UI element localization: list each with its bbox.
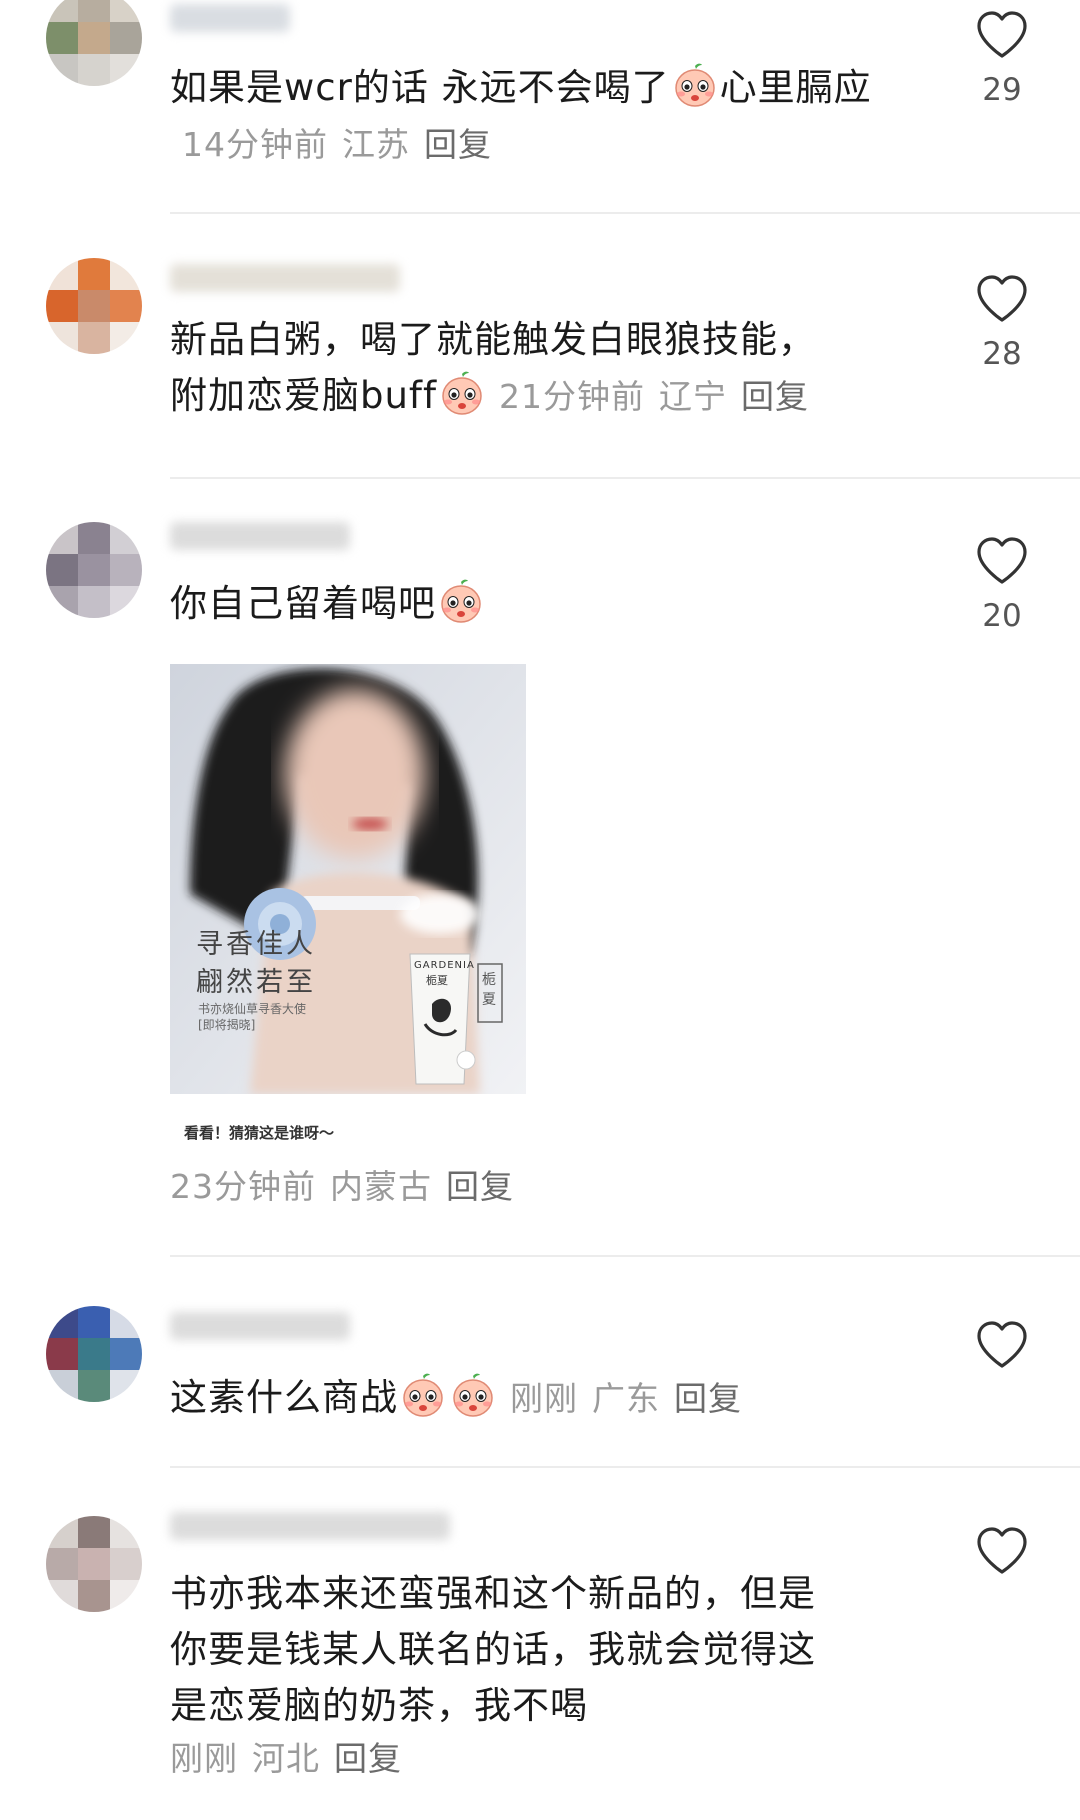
- comment-region: 江苏: [342, 125, 410, 164]
- smile-face-icon: [438, 578, 484, 624]
- like-count: 28: [982, 336, 1022, 372]
- divider: [170, 212, 1080, 214]
- reply-button[interactable]: 回复: [424, 125, 492, 164]
- heart-icon: [975, 1320, 1029, 1370]
- heart-icon: [975, 536, 1029, 586]
- comment-text: 你自己留着喝吧: [170, 576, 890, 632]
- username[interactable]: [170, 4, 290, 32]
- username[interactable]: [170, 1512, 450, 1540]
- comment-time: 刚刚: [170, 1739, 238, 1778]
- shocked-face-icon: [450, 1372, 496, 1418]
- poster-sub-1: 书亦烧仙草寻香大使: [198, 1002, 307, 1016]
- comment-text: 这素什么商战 刚刚 广东 回复: [170, 1370, 890, 1427]
- divider: [170, 1255, 1080, 1257]
- poster-side-label: 栀夏: [482, 972, 496, 1008]
- like-button[interactable]: 29: [972, 10, 1032, 108]
- like-count: 20: [982, 598, 1022, 634]
- comment-meta: 刚刚 广东 回复: [510, 1379, 742, 1418]
- divider: [170, 477, 1080, 479]
- like-count: 29: [982, 72, 1022, 108]
- like-button[interactable]: 28: [972, 274, 1032, 372]
- product-brand: GARDENIA: [414, 960, 475, 971]
- comment-meta: 21分钟前 辽宁 回复: [499, 377, 809, 416]
- product-name: 栀夏: [426, 974, 448, 987]
- like-button[interactable]: [972, 1320, 1032, 1370]
- username[interactable]: [170, 1312, 350, 1340]
- heart-icon: [975, 274, 1029, 324]
- comment-meta: 14分钟前 江苏 回复: [182, 125, 492, 164]
- comment-text: 新品白粥，喝了就能触发白眼狼技能， 附加恋爱脑buff 21分钟前 辽宁 回复: [170, 318, 816, 417]
- blush-face-icon: [672, 62, 718, 108]
- shocked-face-icon: [400, 1372, 446, 1418]
- comment-meta: 23分钟前 内蒙古 回复: [170, 1160, 514, 1208]
- avatar[interactable]: [46, 0, 142, 86]
- comment-meta: 刚刚 河北 回复: [170, 1732, 402, 1780]
- comment-text: 书亦我本来还蛮强和这个新品的，但是 你要是钱某人联名的话，我就会觉得这 是恋爱脑…: [170, 1572, 816, 1727]
- poster-headline-2: 翩然若至: [196, 967, 316, 998]
- reply-button[interactable]: 回复: [741, 377, 809, 416]
- image-caption: 看看！猜猜这是谁呀～: [184, 1124, 335, 1142]
- like-button[interactable]: [972, 1526, 1032, 1576]
- poster-sub-2: [即将揭晓]: [198, 1018, 256, 1032]
- reply-button[interactable]: 回复: [446, 1167, 514, 1206]
- avatar[interactable]: [46, 522, 142, 618]
- avatar[interactable]: [46, 258, 142, 354]
- reply-button[interactable]: 回复: [674, 1379, 742, 1418]
- heart-icon: [975, 1526, 1029, 1576]
- comment-text: 如果是wcr的话 永远不会喝了 心里膈应14分钟前 江苏 回复: [170, 60, 890, 173]
- comment-region: 内蒙古: [330, 1167, 432, 1206]
- avatar[interactable]: [46, 1516, 142, 1612]
- kiss-face-icon: [439, 370, 485, 416]
- reply-button[interactable]: 回复: [334, 1739, 402, 1778]
- comment-region: 辽宁: [659, 377, 727, 416]
- username[interactable]: [170, 264, 400, 292]
- comment-time: 14分钟前: [182, 125, 328, 164]
- comment-region: 河北: [252, 1739, 320, 1778]
- comment-time: 23分钟前: [170, 1167, 316, 1206]
- heart-icon: [975, 10, 1029, 60]
- divider: [170, 1466, 1080, 1468]
- poster-headline-1: 寻香佳人: [196, 929, 316, 960]
- comment-time: 刚刚: [510, 1379, 578, 1418]
- avatar[interactable]: [46, 1306, 142, 1402]
- username[interactable]: [170, 522, 350, 550]
- comment-region: 广东: [592, 1379, 660, 1418]
- like-button[interactable]: 20: [972, 536, 1032, 634]
- comment-time: 21分钟前: [499, 377, 645, 416]
- comment-image[interactable]: 寻香佳人 翩然若至 书亦烧仙草寻香大使 [即将揭晓] GARDENIA 栀夏 栀…: [170, 664, 526, 1094]
